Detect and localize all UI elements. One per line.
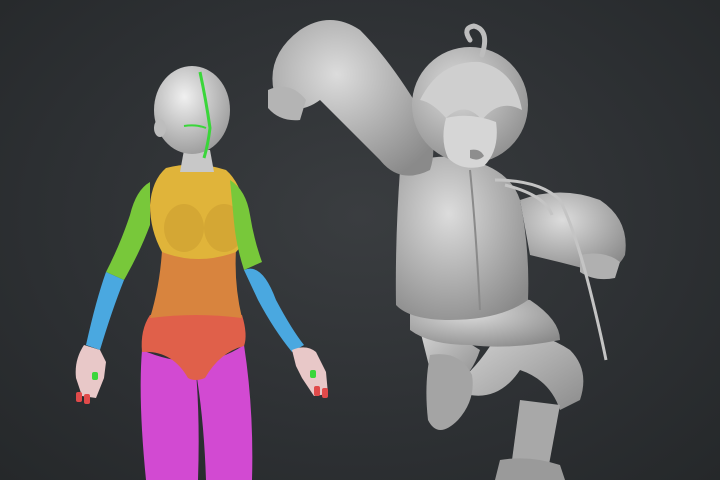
lower-arm-right-polygroup: [244, 268, 304, 352]
fingertip: [314, 386, 320, 396]
face: [443, 115, 497, 168]
fingertip: [84, 394, 90, 404]
chest-shading: [164, 204, 204, 252]
torso-mid-polygroup: [150, 250, 242, 318]
lower-arm-left-polygroup: [86, 272, 124, 350]
shoe-right: [495, 458, 565, 480]
shoe-left: [426, 354, 473, 430]
upper-arm-left-polygroup: [106, 182, 150, 280]
fingertip-green: [310, 370, 316, 378]
fingertip-green: [92, 372, 98, 380]
ear: [154, 119, 166, 137]
sculpted-jumping-character: [268, 20, 626, 480]
head: [154, 66, 230, 154]
fingertip: [76, 392, 82, 402]
3d-viewport: [0, 0, 720, 480]
scene-canvas: [75, 20, 626, 480]
base-mesh-figure: [75, 66, 328, 480]
fingertip: [322, 388, 328, 398]
hand-left-polygroup: [75, 345, 106, 398]
